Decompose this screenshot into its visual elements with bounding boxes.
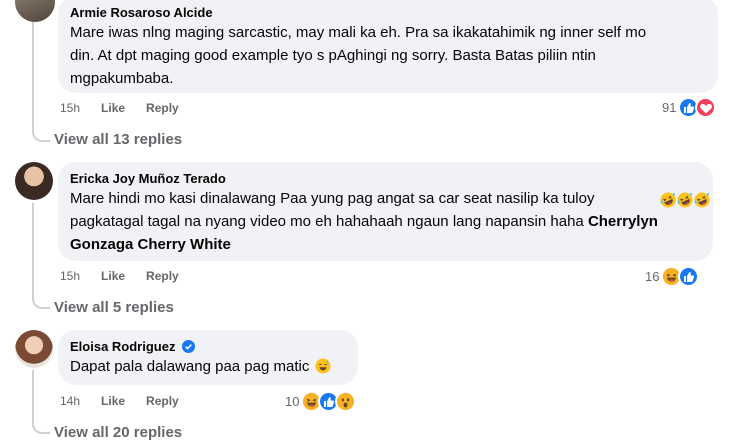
avatar[interactable]: [15, 330, 53, 368]
comment-bubble: Ericka Joy Muñoz Terado Mare hindi mo ka…: [58, 162, 713, 261]
rofl-emoji: [660, 192, 676, 208]
comment-actions: 14h Like Reply: [60, 394, 200, 408]
reaction-summary[interactable]: 16: [645, 266, 700, 287]
thread-line: [32, 203, 34, 295]
avatar[interactable]: [15, 0, 55, 22]
reaction-summary[interactable]: 10: [285, 391, 357, 412]
wow-icon: [335, 391, 357, 412]
thread-elbow: [32, 295, 50, 309]
thread-elbow: [32, 128, 50, 142]
comment-timestamp[interactable]: 15h: [60, 101, 80, 115]
like-button[interactable]: Like: [101, 101, 125, 115]
comment-text-line: mgpakumbaba.: [70, 70, 174, 87]
view-replies-link[interactable]: View all 13 replies: [54, 131, 182, 148]
author-name[interactable]: Eloisa Rodriguez: [70, 339, 175, 354]
sweat-smile-emoji: [314, 358, 331, 374]
like-button[interactable]: Like: [101, 394, 125, 408]
comment-timestamp[interactable]: 14h: [60, 394, 80, 408]
like-icon: [678, 266, 700, 287]
view-replies-link[interactable]: View all 20 replies: [54, 424, 182, 441]
avatar[interactable]: [15, 162, 53, 200]
comment-text: pagkatagal tagal na nyang video mo eh ha…: [70, 213, 584, 230]
comment-actions: 15h Like Reply: [60, 101, 200, 115]
comment-text: Dapat pala dalawang paa pag matic: [70, 358, 310, 375]
comment-author[interactable]: Armie Rosaroso Alcide: [70, 4, 706, 21]
reply-button[interactable]: Reply: [146, 394, 179, 408]
emoji-group: [659, 192, 710, 210]
mention-link[interactable]: Cherry White: [138, 236, 231, 253]
mention-link[interactable]: Gonzaga: [70, 236, 133, 253]
mention-link[interactable]: Cherrylyn: [588, 213, 658, 230]
verified-badge-icon: [182, 340, 196, 353]
reaction-count: 16: [645, 269, 660, 284]
rofl-emoji: [694, 192, 710, 208]
reply-button[interactable]: Reply: [146, 101, 179, 115]
comment-actions: 15h Like Reply: [60, 269, 200, 283]
like-button[interactable]: Like: [101, 269, 125, 283]
comment-text-line: Gonzaga Cherry White: [70, 233, 701, 256]
rofl-emoji: [677, 192, 693, 208]
thread-line: [32, 370, 34, 420]
comment-bubble: Eloisa Rodriguez Dapat pala dalawang paa…: [58, 330, 358, 385]
comment-text-line: Mare hindi mo kasi dinalawang Paa yung p…: [70, 187, 701, 210]
love-icon: [695, 97, 717, 118]
comment-text: Mare hindi mo kasi dinalawang Paa yung p…: [70, 190, 595, 207]
comment-text-line: pagkatagal tagal na nyang video mo eh ha…: [70, 210, 701, 233]
comment-timestamp[interactable]: 15h: [60, 269, 80, 283]
comment-text-line: Mare iwas nlng maging sarcastic, may mal…: [70, 24, 647, 41]
view-replies-link[interactable]: View all 5 replies: [54, 299, 174, 316]
thread-elbow: [32, 420, 50, 434]
reply-button[interactable]: Reply: [146, 269, 179, 283]
reaction-summary[interactable]: 91: [662, 97, 717, 118]
comment-text-line: Dapat pala dalawang paa pag matic: [70, 355, 346, 378]
reaction-count: 10: [285, 394, 300, 409]
comment-bubble: Armie Rosaroso Alcide Mare iwas nlng mag…: [58, 0, 718, 93]
comment-author[interactable]: Ericka Joy Muñoz Terado: [70, 170, 701, 187]
comment-author[interactable]: Eloisa Rodriguez: [70, 338, 346, 355]
reaction-count: 91: [662, 100, 677, 115]
comment-text-line: din. At dpt maging good example tyo s pA…: [70, 47, 596, 64]
